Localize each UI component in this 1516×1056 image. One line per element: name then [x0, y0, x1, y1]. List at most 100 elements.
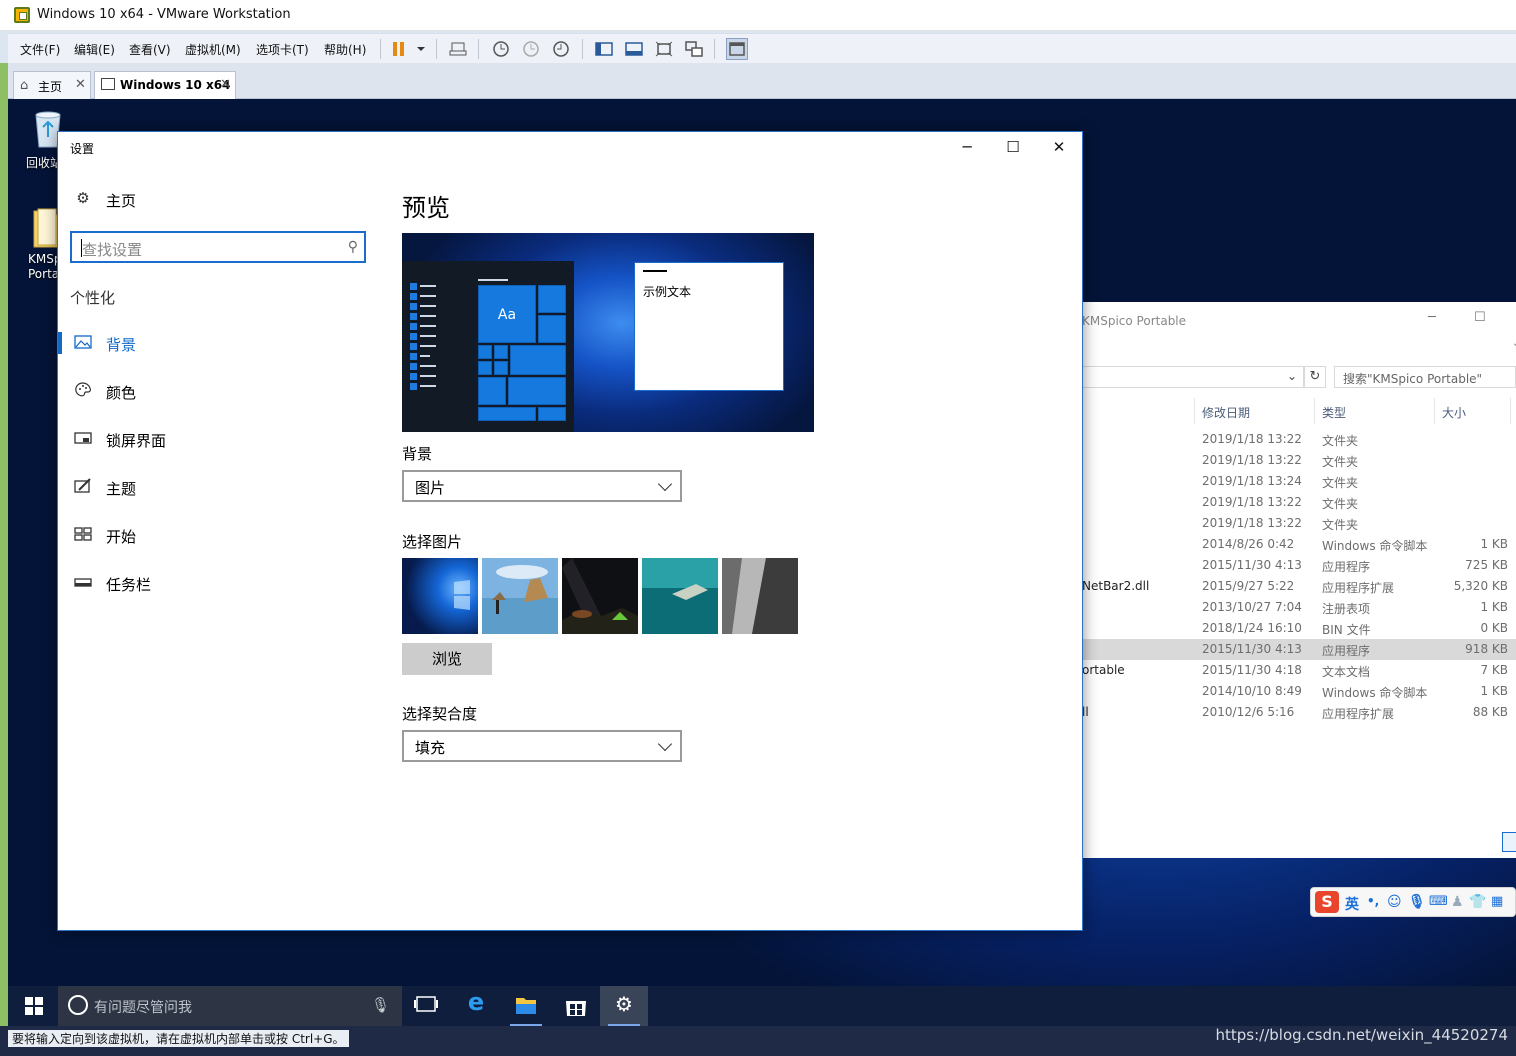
snapshot-manager-icon[interactable]: [551, 39, 571, 59]
file-row[interactable]: 2015/11/30 4:13 应用程序 918 KB: [1082, 639, 1516, 660]
file-row[interactable]: 2019/1/18 13:22 文件夹: [1082, 429, 1516, 450]
file-row[interactable]: ortable 2015/11/30 4:18 文本文档 7 KB: [1082, 660, 1516, 681]
file-row[interactable]: 2019/1/18 13:24 文件夹: [1082, 471, 1516, 492]
file-row[interactable]: 2014/8/26 0:42 Windows 命令脚本 1 KB: [1082, 534, 1516, 555]
file-explorer-button[interactable]: [502, 986, 550, 1026]
picture-icon: [74, 333, 92, 351]
column-header-size[interactable]: 大小: [1442, 404, 1466, 421]
minimize-button[interactable]: ─: [1428, 310, 1436, 325]
address-bar[interactable]: ⌄: [1082, 366, 1304, 388]
microphone-icon[interactable]: 🎙: [371, 996, 390, 1014]
file-row[interactable]: 2019/1/18 13:22 文件夹: [1082, 492, 1516, 513]
menu-view[interactable]: 查看(V): [129, 41, 171, 58]
file-row[interactable]: 2019/1/18 13:22 文件夹: [1082, 513, 1516, 534]
preview-menu-line: [420, 385, 436, 387]
nav-item-lock-screen[interactable]: 锁屏界面: [58, 419, 378, 459]
edge-button[interactable]: e: [452, 986, 500, 1026]
snapshot-icon[interactable]: [491, 39, 511, 59]
menu-vm[interactable]: 虚拟机(M): [185, 41, 241, 58]
taskbar-search-input[interactable]: 有问题尽管问我 🎙: [58, 986, 402, 1026]
emoji-icon[interactable]: ☺: [1387, 894, 1402, 910]
user-icon[interactable]: ♟: [1451, 894, 1464, 910]
settings-button[interactable]: ⚙: [600, 986, 648, 1026]
punctuation-icon[interactable]: •,: [1367, 894, 1379, 908]
column-header-type[interactable]: 类型: [1322, 404, 1346, 421]
tab-windows10[interactable]: Windows 10 x64 ✕: [94, 71, 236, 99]
show-library-icon[interactable]: [594, 39, 614, 59]
file-row[interactable]: 2014/10/10 8:49 Windows 命令脚本 1 KB: [1082, 681, 1516, 702]
skin-icon[interactable]: 👕: [1469, 894, 1486, 910]
column-separator: [1510, 398, 1511, 424]
file-row[interactable]: 2018/1/24 16:10 BIN 文件 0 KB: [1082, 618, 1516, 639]
settings-icon: ⚙: [615, 992, 633, 1016]
ime-mode-toggle[interactable]: 英: [1345, 894, 1359, 914]
ime-toolbar: S 英 •, ☺ 🎙 ⌨ ♟ 👕 ▦: [1310, 887, 1516, 917]
nav-item-picture[interactable]: 背景: [58, 323, 378, 363]
minimize-button[interactable]: ─: [944, 136, 990, 158]
microphone-icon[interactable]: 🎙: [1408, 894, 1426, 910]
preview-app-icon: [410, 353, 417, 360]
maximize-button[interactable]: ☐: [990, 136, 1036, 158]
menu-help[interactable]: 帮助(H): [324, 41, 366, 58]
preview-sample-text: 示例文本: [643, 285, 692, 299]
fullscreen-icon[interactable]: [654, 39, 674, 59]
tab-home[interactable]: ⌂ 主页 ✕: [13, 71, 91, 99]
nav-item-start-grid[interactable]: 开始: [58, 515, 378, 555]
windows-start-icon[interactable]: [25, 997, 43, 1015]
file-row[interactable]: 2015/11/30 4:13 应用程序 725 KB: [1082, 555, 1516, 576]
details-view-icon[interactable]: [1502, 832, 1516, 852]
nav-home[interactable]: ⚙ 主页: [58, 179, 378, 219]
unity-icon[interactable]: [684, 39, 704, 59]
preview-app-icon: [410, 293, 417, 300]
sogou-logo-icon[interactable]: S: [1315, 891, 1339, 913]
preview-tile: Aa: [478, 285, 536, 343]
refresh-button[interactable]: ↻: [1304, 366, 1326, 388]
wallpaper-thumb-night-sky[interactable]: [562, 558, 638, 634]
preview-app-icon: [410, 343, 417, 350]
store-button[interactable]: [552, 986, 600, 1026]
background-type-dropdown[interactable]: 图片: [402, 470, 682, 502]
nav-home-label: 主页: [106, 192, 137, 210]
nav-item-label: 任务栏: [106, 576, 152, 594]
settings-window: 设置 ─ ☐ ✕ ⚙ 主页 查找设置 ⚲ 个性化 背景 颜色 锁屏界面 主题 开始 任务栏…: [57, 131, 1083, 931]
explorer-search-input[interactable]: 搜索"KMSpico Portable": [1334, 366, 1516, 388]
column-header-date[interactable]: 修改日期: [1202, 404, 1250, 421]
wallpaper-thumb-windows[interactable]: [402, 558, 478, 634]
close-button[interactable]: ✕: [1036, 136, 1082, 158]
task-view-button[interactable]: [402, 986, 450, 1026]
search-icon[interactable]: ⚲: [348, 239, 358, 255]
console-view-icon[interactable]: [726, 38, 748, 60]
maximize-button[interactable]: ☐: [1474, 310, 1486, 325]
revert-snapshot-icon[interactable]: [521, 39, 541, 59]
preview-tile: [538, 315, 566, 343]
file-row[interactable]: ll 2010/12/6 5:16 应用程序扩展 88 KB: [1082, 702, 1516, 723]
wallpaper-thumb-rock[interactable]: [722, 558, 798, 634]
menu-tabs[interactable]: 选项卡(T): [256, 41, 309, 58]
settings-search-input[interactable]: 查找设置 ⚲: [70, 231, 366, 263]
send-ctrl-alt-del-icon[interactable]: [448, 39, 468, 59]
column-separator: [1314, 398, 1315, 424]
menu-edit[interactable]: 编辑(E): [74, 41, 115, 58]
toolbox-icon[interactable]: ▦: [1491, 894, 1503, 909]
close-icon[interactable]: ✕: [75, 77, 86, 92]
file-row[interactable]: 2019/1/18 13:22 文件夹: [1082, 450, 1516, 471]
file-row[interactable]: 2013/10/27 7:04 注册表项 1 KB: [1082, 597, 1516, 618]
browse-button[interactable]: 浏览: [402, 643, 492, 675]
thumbnail-bar-icon[interactable]: [624, 39, 644, 59]
file-row[interactable]: NetBar2.dll 2015/9/27 5:22 应用程序扩展 5,320 KB: [1082, 576, 1516, 597]
wallpaper-thumb-underwater[interactable]: [642, 558, 718, 634]
keyboard-icon[interactable]: ⌨: [1429, 894, 1448, 909]
file-date: 2019/1/18 13:22: [1202, 453, 1302, 467]
close-icon[interactable]: ✕: [220, 77, 231, 92]
nav-item-taskbar[interactable]: 任务栏: [58, 563, 378, 603]
nav-item-palette[interactable]: 颜色: [58, 371, 378, 411]
nav-item-theme[interactable]: 主题: [58, 467, 378, 507]
file-type: 应用程序扩展: [1322, 707, 1395, 721]
fit-dropdown[interactable]: 填充: [402, 730, 682, 762]
chevron-down-icon[interactable]: [411, 39, 431, 59]
wallpaper-thumb-beach[interactable]: [482, 558, 558, 634]
menu-file[interactable]: 文件(F): [20, 41, 60, 58]
chevron-down-icon[interactable]: ⌄: [1512, 338, 1516, 349]
file-type: 文件夹: [1322, 476, 1359, 490]
pause-icon[interactable]: [389, 39, 409, 59]
